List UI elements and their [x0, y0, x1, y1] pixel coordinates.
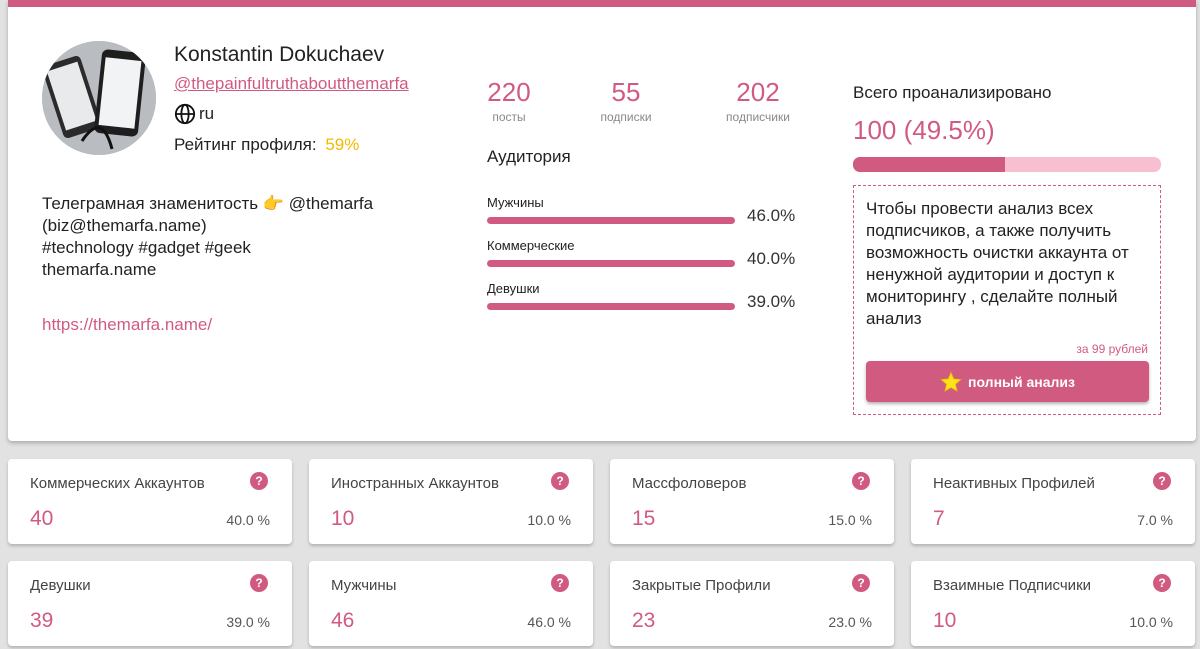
tile-value: 7 [933, 507, 945, 530]
avatar[interactable] [42, 41, 156, 155]
tile-value: 39 [30, 609, 54, 632]
audience-percent: 46.0% [747, 206, 796, 225]
stat-followers: 202 подписчики [714, 77, 802, 124]
stat-tile-women: Девушки ? 39 39.0 % [8, 561, 292, 646]
stat-tile-massfollowers: Массфоловеров ? 15 15.0 % [610, 459, 894, 544]
stat-tile-private: Закрытые Профили ? 23 23.0 % [610, 561, 894, 646]
audience-row-commercial: Коммерческие 40.0% [487, 238, 797, 268]
tile-percent: 23.0 % [828, 614, 872, 630]
tile-percent: 40.0 % [226, 512, 270, 528]
tile-label: Коммерческих Аккаунтов [30, 475, 205, 492]
help-icon[interactable]: ? [250, 472, 268, 490]
full-analysis-button[interactable]: полный анализ [866, 361, 1149, 402]
tile-label: Закрытые Профили [632, 577, 771, 594]
audience-bar [487, 303, 735, 310]
analyzed-progress-fill [853, 157, 1006, 172]
analyzed-value: 100 (49.5%) [853, 115, 995, 145]
profile-rating: Рейтинг профиля: 59% [174, 135, 359, 155]
profile-card: Konstantin Dokuchaev @thepainfultruthabo… [8, 0, 1196, 441]
full-analysis-button-label: полный анализ [968, 373, 1075, 390]
stat-label: подписки [600, 110, 652, 124]
profile-bio: Телеграмная знаменитость 👉 @themarfa (bi… [42, 194, 374, 279]
tile-value: 15 [632, 507, 656, 530]
language: ru [174, 103, 214, 125]
stat-label: подписчики [726, 110, 790, 124]
help-icon[interactable]: ? [1153, 472, 1171, 490]
language-code: ru [199, 104, 215, 123]
tile-percent: 15.0 % [828, 512, 872, 528]
stat-value: 55 [611, 77, 641, 107]
help-icon[interactable]: ? [852, 472, 870, 490]
stat-tile-inactive: Неактивных Профилей ? 7 7.0 % [911, 459, 1195, 544]
tile-value: 46 [331, 609, 355, 632]
stat-posts: 220 посты [471, 77, 547, 124]
audience-title: Аудитория [487, 147, 571, 166]
tile-percent: 10.0 % [1129, 614, 1173, 630]
avatar-image [42, 41, 156, 155]
rating-value: 59% [325, 135, 360, 154]
stat-value: 202 [736, 77, 780, 107]
stat-tile-men: Мужчины ? 46 46.0 % [309, 561, 593, 646]
audience-bar [487, 217, 735, 224]
audience-bar [487, 260, 735, 267]
profile-name: Konstantin Dokuchaev [174, 43, 385, 66]
audience-row-women: Девушки 39.0% [487, 281, 797, 311]
analyzed-progress-bar [853, 157, 1161, 172]
stat-tile-commercial: Коммерческих Аккаунтов ? 40 40.0 % [8, 459, 292, 544]
analyzed-title: Всего проанализировано [853, 83, 1052, 102]
stat-tile-mutual: Взаимные Подписчики ? 10 10.0 % [911, 561, 1195, 646]
profile-website-link[interactable]: https://themarfa.name/ [42, 315, 212, 335]
stat-following: 55 подписки [586, 77, 666, 124]
star-icon [940, 370, 962, 392]
tile-value: 23 [632, 609, 656, 632]
help-icon[interactable]: ? [852, 574, 870, 592]
tile-label: Взаимные Подписчики [933, 577, 1092, 594]
tile-value: 40 [30, 507, 54, 530]
help-icon[interactable]: ? [551, 574, 569, 592]
stat-value: 220 [487, 77, 531, 107]
promo-price: за 99 рублей [1076, 342, 1148, 356]
promo-text: Чтобы провести анализ всех подписчиков, … [866, 199, 1129, 328]
tile-percent: 7.0 % [1137, 512, 1173, 528]
tile-label: Неактивных Профилей [933, 475, 1095, 492]
tile-value: 10 [331, 507, 355, 530]
tile-label: Массфоловеров [632, 475, 747, 492]
help-icon[interactable]: ? [551, 472, 569, 490]
stat-label: посты [492, 110, 526, 124]
tile-percent: 46.0 % [527, 614, 571, 630]
stat-tile-foreign: Иностранных Аккаунтов ? 10 10.0 % [309, 459, 593, 544]
tile-label: Девушки [30, 577, 91, 594]
tile-percent: 10.0 % [527, 512, 571, 528]
audience-percent: 39.0% [747, 292, 796, 311]
full-analysis-promo: Чтобы провести анализ всех подписчиков, … [853, 185, 1161, 415]
tile-percent: 39.0 % [226, 614, 270, 630]
tile-label: Иностранных Аккаунтов [331, 475, 499, 492]
tile-label: Мужчины [331, 577, 397, 594]
help-icon[interactable]: ? [1153, 574, 1171, 592]
tile-value: 10 [933, 609, 957, 632]
audience-percent: 40.0% [747, 249, 796, 268]
profile-handle-link[interactable]: @thepainfultruthaboutthemarfa [174, 74, 409, 94]
globe-icon [174, 103, 196, 125]
rating-label: Рейтинг профиля: [174, 135, 317, 154]
audience-row-men: Мужчины 46.0% [487, 195, 797, 225]
help-icon[interactable]: ? [250, 574, 268, 592]
